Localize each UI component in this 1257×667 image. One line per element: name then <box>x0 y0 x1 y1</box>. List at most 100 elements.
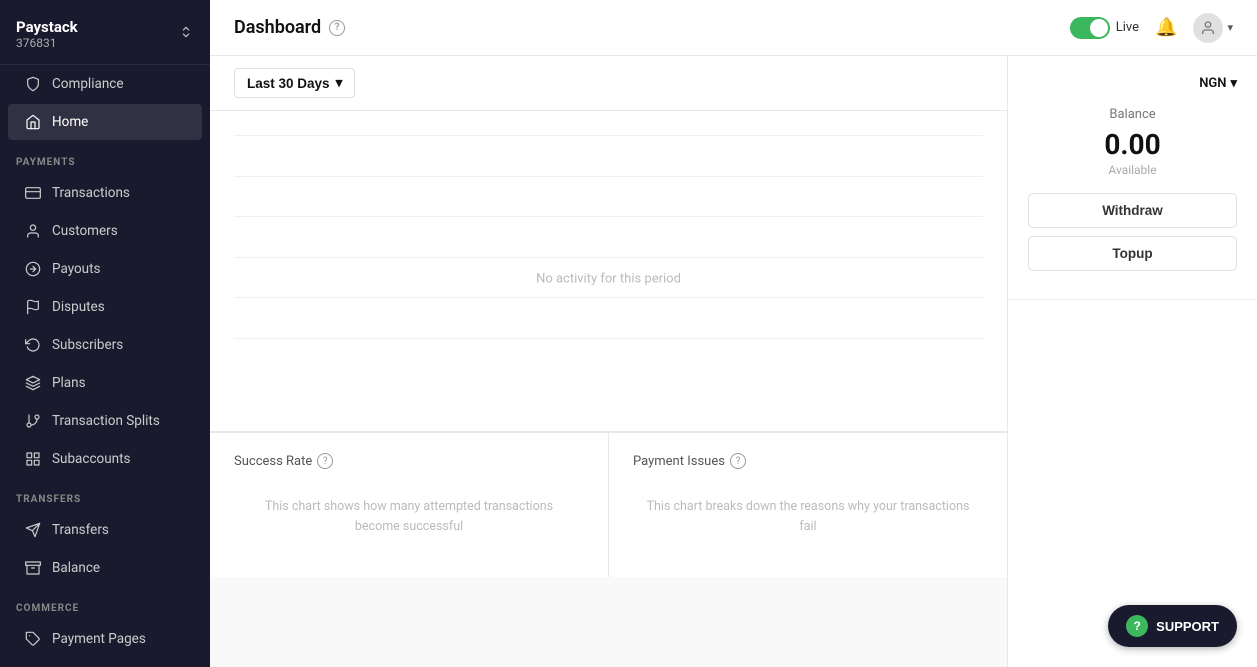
archive-icon <box>24 559 42 577</box>
balance-label: Balance <box>1028 107 1237 122</box>
chart-line <box>234 176 983 177</box>
sidebar-item-transfers[interactable]: Transfers <box>8 512 202 548</box>
date-range-filter[interactable]: Last 30 Days ▾ <box>234 68 355 98</box>
credit-card-icon <box>24 184 42 202</box>
sidebar-item-label: Disputes <box>52 299 105 315</box>
dashboard-title: Dashboard <box>234 17 321 38</box>
home-icon <box>24 113 42 131</box>
topbar-title: Dashboard ? <box>234 17 1060 38</box>
sidebar-item-compliance[interactable]: Compliance <box>8 66 202 102</box>
support-button[interactable]: ? SUPPORT <box>1108 605 1237 647</box>
notifications-icon[interactable]: 🔔 <box>1155 17 1177 38</box>
success-rate-empty: This chart shows how many attempted tran… <box>234 477 584 557</box>
filter-bar: Last 30 Days ▾ <box>210 56 1007 111</box>
sidebar-item-transaction-splits[interactable]: Transaction Splits <box>8 403 202 439</box>
chart-line <box>234 257 983 258</box>
user-chevron-icon: ▾ <box>1227 21 1233 34</box>
grid-icon <box>24 450 42 468</box>
refresh-icon <box>24 336 42 354</box>
currency-label: NGN <box>1199 76 1226 91</box>
support-icon: ? <box>1126 615 1148 637</box>
balance-section: NGN ▾ Balance 0.00 Available Withdraw To… <box>1008 56 1257 300</box>
right-panel: NGN ▾ Balance 0.00 Available Withdraw To… <box>1007 56 1257 667</box>
sidebar-item-label: Payment Pages <box>52 631 146 647</box>
tag-icon <box>24 630 42 648</box>
sidebar-item-label: Transaction Splits <box>52 413 160 429</box>
sidebar-item-home[interactable]: Home <box>8 104 202 140</box>
payment-issues-help-icon[interactable]: ? <box>730 453 746 469</box>
chart-line <box>234 297 983 298</box>
sidebar-item-audit-logs[interactable]: Audit Logs <box>8 659 202 667</box>
avatar <box>1193 13 1223 43</box>
sidebar-item-label: Plans <box>52 375 86 391</box>
sidebar-item-balance[interactable]: Balance <box>8 550 202 586</box>
live-toggle-switch[interactable] <box>1070 17 1110 39</box>
layers-icon <box>24 374 42 392</box>
sidebar-item-label: Payouts <box>52 261 101 277</box>
sidebar-item-disputes[interactable]: Disputes <box>8 289 202 325</box>
chart-container: No activity for this period <box>210 111 1007 431</box>
brand-name: Paystack <box>16 18 78 36</box>
dashboard-help-icon[interactable]: ? <box>329 20 345 36</box>
chart-line <box>234 338 983 339</box>
main-area: Dashboard ? Live 🔔 ▾ Last 30 Days <box>210 0 1257 667</box>
commerce-section-label: COMMERCE <box>0 587 210 620</box>
sidebar-item-plans[interactable]: Plans <box>8 365 202 401</box>
payment-issues-empty: This chart breaks down the reasons why y… <box>633 477 983 557</box>
shield-icon <box>24 75 42 93</box>
stats-row: Success Rate ? This chart shows how many… <box>210 432 1007 577</box>
date-range-label: Last 30 Days <box>247 76 330 91</box>
sidebar-item-payment-pages[interactable]: Payment Pages <box>8 621 202 657</box>
success-rate-help-icon[interactable]: ? <box>317 453 333 469</box>
live-label: Live <box>1116 20 1139 35</box>
sidebar-item-label: Customers <box>52 223 118 239</box>
sidebar-item-transactions[interactable]: Transactions <box>8 175 202 211</box>
sidebar-toggle-button[interactable] <box>178 24 194 45</box>
send-icon <box>24 521 42 539</box>
live-toggle[interactable]: Live <box>1070 17 1139 39</box>
payment-issues-title: Payment Issues ? <box>633 453 983 469</box>
user-icon <box>24 222 42 240</box>
currency-selector[interactable]: NGN ▾ <box>1028 76 1237 91</box>
sidebar-item-label: Transfers <box>52 522 109 538</box>
transfers-section-label: TRANSFERS <box>0 478 210 511</box>
sidebar-item-label: Transactions <box>52 185 130 201</box>
sidebar-item-subaccounts[interactable]: Subaccounts <box>8 441 202 477</box>
topup-button[interactable]: Topup <box>1028 236 1237 271</box>
sidebar-item-label: Balance <box>52 560 100 576</box>
date-filter-chevron-icon: ▾ <box>336 75 343 91</box>
brand-id: 376831 <box>16 36 78 50</box>
chart-lines <box>234 127 983 347</box>
balance-amount: 0.00 <box>1028 128 1237 161</box>
sidebar: Paystack 376831 Compliance Home PAYMENTS… <box>0 0 210 667</box>
flag-icon <box>24 298 42 316</box>
sidebar-item-payouts[interactable]: Payouts <box>8 251 202 287</box>
arrow-circle-icon <box>24 260 42 278</box>
user-menu[interactable]: ▾ <box>1193 13 1233 43</box>
support-label: SUPPORT <box>1156 619 1219 634</box>
chart-line <box>234 216 983 217</box>
sidebar-item-subscribers[interactable]: Subscribers <box>8 327 202 363</box>
success-rate-card: Success Rate ? This chart shows how many… <box>210 433 609 577</box>
git-branch-icon <box>24 412 42 430</box>
success-rate-title: Success Rate ? <box>234 453 584 469</box>
chart-inner: No activity for this period <box>234 127 983 431</box>
brand-info: Paystack 376831 <box>16 18 78 50</box>
topbar: Dashboard ? Live 🔔 ▾ <box>210 0 1257 56</box>
payment-issues-card: Payment Issues ? This chart breaks down … <box>609 433 1007 577</box>
chart-section: No activity for this period <box>210 111 1007 432</box>
sidebar-item-label: Subscribers <box>52 337 123 353</box>
main-panel: Last 30 Days ▾ <box>210 56 1007 667</box>
sidebar-brand: Paystack 376831 <box>0 0 210 65</box>
chart-empty-message: No activity for this period <box>536 272 681 287</box>
topbar-right: Live 🔔 ▾ <box>1070 13 1233 43</box>
sidebar-item-label: Compliance <box>52 76 124 92</box>
withdraw-button[interactable]: Withdraw <box>1028 193 1237 228</box>
content-area: Last 30 Days ▾ <box>210 56 1257 667</box>
chart-line <box>234 135 983 136</box>
balance-available: Available <box>1028 163 1237 177</box>
currency-chevron-icon: ▾ <box>1230 76 1237 91</box>
sidebar-item-customers[interactable]: Customers <box>8 213 202 249</box>
sidebar-item-label: Home <box>52 114 88 130</box>
payments-section-label: PAYMENTS <box>0 141 210 174</box>
